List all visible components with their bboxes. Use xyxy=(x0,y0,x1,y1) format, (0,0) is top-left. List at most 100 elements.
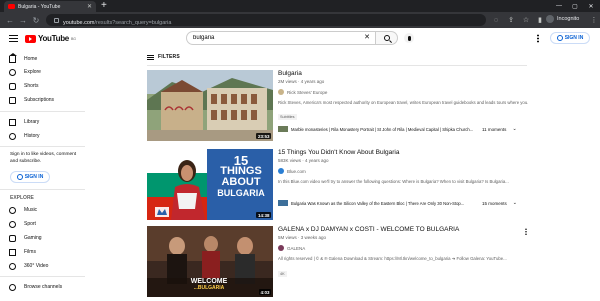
chevron-down-icon[interactable]: ⌄ xyxy=(513,200,517,206)
back-icon[interactable]: ← xyxy=(4,14,16,26)
sidebar-item-films[interactable]: Films xyxy=(0,246,85,258)
video-result[interactable]: 15 THINGS ABOUT BULGARIA 14:38 15 Things… xyxy=(147,149,527,221)
music-icon xyxy=(9,206,16,214)
search-input[interactable] xyxy=(193,35,353,41)
thumbnail-caption-line: ...BULGARIA xyxy=(193,285,225,291)
sidepanel-icon[interactable]: ▮ xyxy=(534,14,546,26)
channel-avatar xyxy=(278,89,284,95)
video-thumbnail[interactable]: WELCOME ...BULGARIA 4:03 xyxy=(147,226,273,297)
sidebar-item-music[interactable]: Music xyxy=(0,204,85,216)
reload-icon[interactable]: ↻ xyxy=(30,14,42,26)
sidebar-item-label: Music xyxy=(24,207,38,213)
search-button[interactable] xyxy=(376,31,398,45)
video-thumbnail[interactable]: 15 THINGS ABOUT BULGARIA 14:38 xyxy=(147,149,273,220)
sidebar-item-label: Library xyxy=(24,119,40,125)
sidebar-item-label: Subscriptions xyxy=(24,97,55,103)
sidebar-divider xyxy=(0,146,85,147)
video-result[interactable]: WELCOME ...BULGARIA 4:03 GALENA x DJ DAM… xyxy=(147,226,527,298)
filters-button[interactable]: FILTERS xyxy=(147,54,180,60)
video-badge: Subtitles xyxy=(278,114,297,120)
chevron-down-icon[interactable]: ⌄ xyxy=(512,126,516,132)
lock-icon xyxy=(54,17,59,23)
sidebar-item-360-video[interactable]: 360° Video xyxy=(0,260,85,272)
thumbnail-caption: WELCOME ...BULGARIA xyxy=(153,278,265,292)
sidebar-item-subscriptions[interactable]: Subscriptions xyxy=(0,94,85,106)
video-info: 15 Things You Didn't Know About Bulgaria… xyxy=(278,149,528,184)
explore-heading: EXPLORE xyxy=(10,195,34,201)
sidebar-signin-label: SIGN IN xyxy=(24,174,44,180)
browse-icon xyxy=(9,283,16,291)
sidebar-item-home[interactable]: Home xyxy=(0,52,85,65)
thumbnail-headline-line: BULGARIA xyxy=(217,188,265,198)
sidebar-divider xyxy=(0,276,85,277)
sidebar-item-sport[interactable]: Sport xyxy=(0,218,85,230)
window-close-icon[interactable]: ✕ xyxy=(583,0,599,12)
more-options-icon[interactable] xyxy=(525,228,527,235)
sidebar-item-browse-channels[interactable]: Browse channels xyxy=(0,281,85,293)
video-meta: 2M views · 4 years ago xyxy=(278,79,325,84)
gaming-icon xyxy=(9,234,16,242)
sidebar-item-label: History xyxy=(24,133,40,139)
thumbnail-headline-line: ABOUT xyxy=(221,176,261,188)
header-signin-label: SIGN IN xyxy=(564,35,584,41)
sidebar-item-gaming[interactable]: Gaming xyxy=(0,232,85,244)
search-icon xyxy=(383,35,390,41)
sidebar-item-label: Shorts xyxy=(24,83,39,89)
channel-avatar xyxy=(278,245,284,251)
logo-text: YouTube xyxy=(38,34,69,43)
sidebar-item-label: 360° Video xyxy=(24,263,49,269)
clear-search-icon[interactable]: ✕ xyxy=(364,33,370,41)
youtube-play-icon xyxy=(25,34,36,43)
sidebar-item-label: Browse channels xyxy=(24,284,63,290)
video-description: Rick Steves, America's most respected au… xyxy=(278,100,528,105)
sidebar-item-library[interactable]: Library xyxy=(0,116,85,128)
address-bar[interactable]: youtube.com/results?search_query=bulgari… xyxy=(46,14,486,26)
sidebar: Home Explore Shorts Subscriptions Librar… xyxy=(0,50,85,301)
incognito-icon xyxy=(546,15,554,23)
url-host: youtube.com xyxy=(63,20,95,26)
channel-name: GALENA xyxy=(287,245,306,251)
moment-thumbnail xyxy=(278,200,288,206)
incognito-label: Incognito xyxy=(557,16,580,22)
channel-link[interactable]: Blue.com xyxy=(278,168,528,174)
minimize-icon[interactable]: — xyxy=(551,0,567,12)
sidebar-item-shorts[interactable]: Shorts xyxy=(0,80,85,92)
filter-icon xyxy=(147,54,154,60)
youtube-logo[interactable]: YouTube BG xyxy=(25,34,76,43)
share-icon[interactable]: ⇪ xyxy=(505,14,517,26)
key-moments[interactable]: Marble monasteries | Rila Monastery Port… xyxy=(278,124,528,134)
header-signin-button[interactable]: SIGN IN xyxy=(550,32,590,44)
sidebar-signin-button[interactable]: SIGN IN xyxy=(10,171,50,183)
voice-search-button[interactable] xyxy=(404,33,414,43)
microphone-icon xyxy=(407,35,411,41)
browser-toolbar: ← → ↻ youtube.com/results?search_query=b… xyxy=(0,12,600,28)
video-thumbnail[interactable]: 23:53 xyxy=(147,70,273,141)
video-title[interactable]: 15 Things You Didn't Know About Bulgaria xyxy=(278,149,528,157)
sidebar-item-label: Home xyxy=(24,56,38,62)
forward-icon[interactable]: → xyxy=(17,14,29,26)
channel-link[interactable]: Rick Steves' Europe xyxy=(278,89,528,95)
browser-menu-icon[interactable]: ⋮ xyxy=(588,14,600,26)
video-title[interactable]: GALENA x DJ DAMYAN x COSTI - WELCOME TO … xyxy=(278,226,528,234)
360-icon xyxy=(9,262,16,270)
settings-more-icon[interactable] xyxy=(537,34,539,43)
incognito-indicator[interactable]: Incognito xyxy=(546,15,579,23)
sidebar-item-explore[interactable]: Explore xyxy=(0,66,85,78)
eye-off-icon[interactable]: ◌ xyxy=(490,14,502,26)
sidebar-item-label: Sport xyxy=(24,221,36,227)
key-moments[interactable]: Bulgaria Was Known as the Silicon Valley… xyxy=(278,198,528,208)
url-path: /results?search_query=bulgaria xyxy=(94,20,172,26)
channel-link[interactable]: GALENA xyxy=(278,245,528,251)
close-tab-icon[interactable]: ✕ xyxy=(87,3,92,10)
sidebar-item-label: Gaming xyxy=(24,235,42,241)
bookmark-star-icon[interactable]: ☆ xyxy=(520,14,532,26)
sidebar-item-history[interactable]: History xyxy=(0,130,85,142)
history-icon xyxy=(9,132,16,140)
hamburger-menu-icon[interactable] xyxy=(9,35,18,42)
filters-label: FILTERS xyxy=(158,54,180,60)
video-title[interactable]: Bulgaria xyxy=(278,70,528,78)
maximize-icon[interactable]: ▢ xyxy=(567,0,583,12)
video-result[interactable]: 23:53 Bulgaria 2M views · 4 years ago Ri… xyxy=(147,70,528,142)
channel-name: Blue.com xyxy=(287,168,306,174)
video-meta: 5M views · 3 weeks ago xyxy=(278,235,327,240)
